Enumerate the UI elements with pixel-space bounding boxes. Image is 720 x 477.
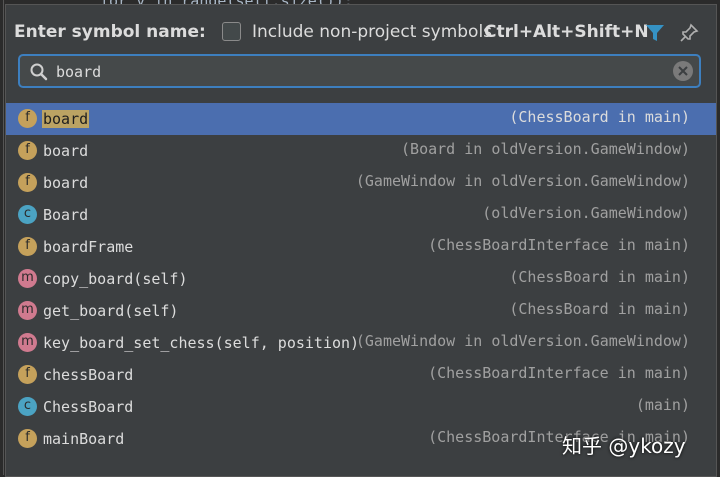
result-name: board [43,174,89,192]
result-location: (main) [635,396,690,414]
result-row[interactable]: f board (ChessBoard in main) [6,103,716,135]
result-location: (ChessBoardInterface in main) [428,236,690,254]
result-row[interactable]: f chessBoard (ChessBoardInterface in mai… [6,359,716,391]
result-location: (ChessBoard in main) [509,108,690,126]
result-row[interactable]: f boardFrame (ChessBoardInterface in mai… [6,231,716,263]
popup-title: Enter symbol name: [14,22,206,42]
include-non-project-label[interactable]: Include non-project symbols [252,22,492,42]
result-row[interactable]: m get_board(self) (ChessBoard in main) [6,295,716,327]
filter-icon[interactable] [645,23,665,43]
result-location: (GameWindow in oldVersion.GameWindow) [355,332,690,350]
result-name: get_board(self) [43,302,179,320]
result-location: (ChessBoard in main) [509,268,690,286]
method-icon: m [18,333,37,352]
result-row[interactable]: m key_board_set_chess(self, position) (G… [6,327,716,359]
search-icon [30,63,48,81]
field-icon: f [18,237,37,256]
field-icon: f [18,429,37,448]
result-name: board [42,110,90,128]
watermark: 知乎 @ykozy [562,434,686,458]
result-name: key_board_set_chess(self, position) [43,334,360,352]
result-location: (ChessBoardInterface in main) [428,364,690,382]
result-row[interactable]: m copy_board(self) (ChessBoard in main) [6,263,716,295]
field-icon: f [18,141,37,160]
result-location: (oldVersion.GameWindow) [482,204,690,222]
method-icon: m [18,301,37,320]
result-location: (ChessBoard in main) [509,300,690,318]
result-name: Board [43,206,89,224]
result-row[interactable]: f board (GameWindow in oldVersion.GameWi… [6,167,716,199]
search-input[interactable] [54,60,658,84]
class-icon: c [18,205,37,224]
result-name: copy_board(self) [43,270,188,288]
result-location: (GameWindow in oldVersion.GameWindow) [355,172,690,190]
result-row[interactable]: f board (Board in oldVersion.GameWindow) [6,135,716,167]
field-icon: f [18,109,37,128]
clear-search-icon[interactable] [673,61,693,81]
class-icon: c [18,397,37,416]
result-name: boardFrame [43,238,134,256]
result-location: (Board in oldVersion.GameWindow) [401,140,690,158]
method-icon: m [18,269,37,288]
popup-header: Enter symbol name: Include non-project s… [6,5,716,55]
field-icon: f [18,365,37,384]
result-name: chessBoard [43,366,134,384]
shortcut-hint: Ctrl+Alt+Shift+N [484,22,649,42]
result-name: ChessBoard [43,398,134,416]
goto-symbol-popup: Enter symbol name: Include non-project s… [5,4,717,477]
field-icon: f [18,173,37,192]
gutter-line [3,0,4,475]
include-non-project-checkbox[interactable] [222,22,241,41]
result-name: mainBoard [43,430,125,448]
search-field[interactable] [18,54,701,88]
result-row[interactable]: c Board (oldVersion.GameWindow) [6,199,716,231]
result-name: board [43,142,89,160]
pin-icon[interactable] [679,23,699,43]
result-row[interactable]: c ChessBoard (main) [6,391,716,423]
